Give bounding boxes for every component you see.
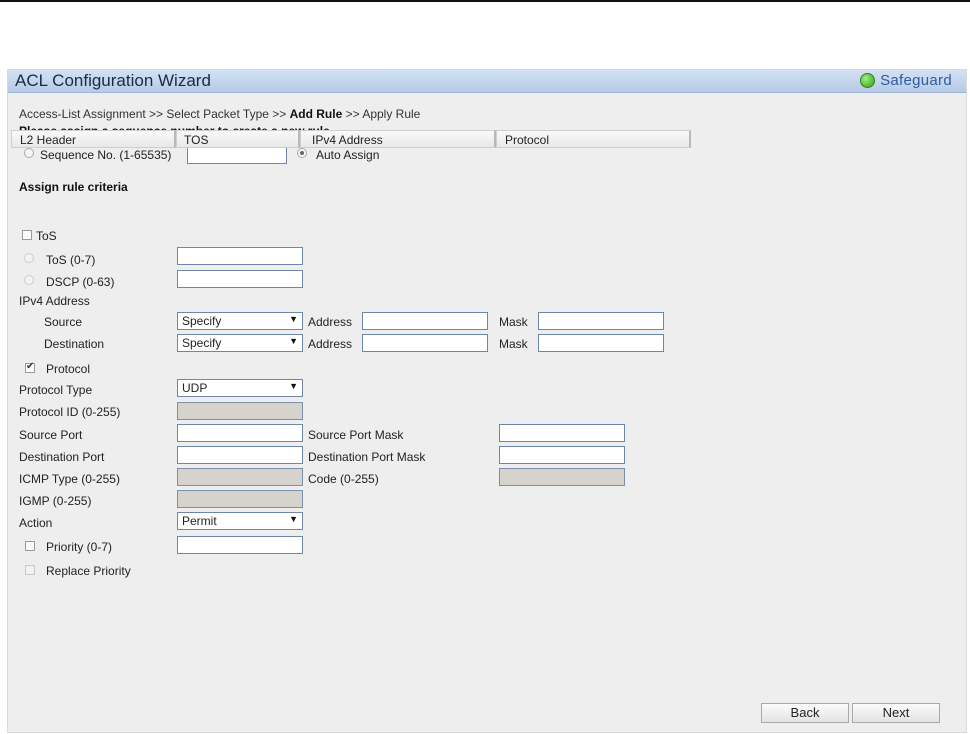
destination-mask-input[interactable] <box>538 334 664 352</box>
source-mask-label: Mask <box>499 315 528 329</box>
igmp-label: IGMP (0-255) <box>19 494 92 508</box>
source-label: Source <box>44 315 83 329</box>
destination-address-select-value: Specify <box>182 336 222 350</box>
source-mask-input[interactable] <box>538 312 664 330</box>
action-select-value: Permit <box>182 514 217 528</box>
source-address-select-value: Specify <box>182 314 222 328</box>
protocol-type-label: Protocol Type <box>19 383 93 397</box>
icmp-type-label: ICMP Type (0-255) <box>19 472 120 486</box>
tos-value-label: ToS (0-7) <box>46 253 96 267</box>
safeguard-label: Safeguard <box>880 72 952 89</box>
destination-address-label: Address <box>308 337 353 351</box>
ipv4-address-heading: IPv4 Address <box>19 294 90 308</box>
auto-assign-label: Auto Assign <box>316 148 380 162</box>
chevron-down-icon: ▼ <box>289 336 298 346</box>
chevron-down-icon: ▼ <box>289 514 298 524</box>
priority-checkbox[interactable] <box>25 541 35 551</box>
destination-port-input[interactable] <box>177 446 303 464</box>
source-port-label: Source Port <box>19 428 83 442</box>
destination-port-mask-input[interactable] <box>499 446 625 464</box>
destination-label: Destination <box>44 337 105 351</box>
tos-value-input[interactable] <box>177 247 303 265</box>
rule-criteria-heading: Assign rule criteria <box>19 180 128 194</box>
protocol-id-input[interactable] <box>177 402 303 420</box>
replace-priority-label: Replace Priority <box>46 564 131 578</box>
icmp-type-input[interactable] <box>177 468 303 486</box>
source-address-label: Address <box>308 315 353 329</box>
next-button[interactable]: Next <box>852 703 940 723</box>
tos-radio[interactable] <box>24 253 34 263</box>
icmp-code-label: Code (0-255) <box>308 472 379 486</box>
protocol-type-select[interactable]: UDP ▼ <box>177 379 303 397</box>
breadcrumb-step-add-rule: Add Rule <box>289 107 343 121</box>
back-button[interactable]: Back <box>761 703 849 723</box>
protocol-id-label: Protocol ID (0-255) <box>19 405 121 419</box>
priority-label: Priority (0-7) <box>46 540 113 554</box>
destination-address-select[interactable]: Specify ▼ <box>177 334 303 352</box>
source-address-input[interactable] <box>362 312 488 330</box>
criteria-tabs: L2 Header TOS IPv4 Address Protocol <box>11 130 691 150</box>
replace-priority-checkbox[interactable] <box>25 565 35 575</box>
breadcrumb-separator: >> <box>145 107 167 121</box>
breadcrumb-step-packet-type: Select Packet Type <box>166 107 269 121</box>
breadcrumb-separator: >> <box>268 107 290 121</box>
dscp-radio[interactable] <box>24 275 34 285</box>
action-select[interactable]: Permit ▼ <box>177 512 303 530</box>
tab-protocol[interactable]: Protocol <box>496 130 691 148</box>
priority-input[interactable] <box>177 536 303 554</box>
tos-checkbox[interactable] <box>22 230 32 240</box>
action-label: Action <box>19 516 53 530</box>
tab-tos[interactable]: TOS <box>176 130 300 148</box>
top-border <box>0 0 970 2</box>
dscp-value-label: DSCP (0-63) <box>46 275 115 289</box>
breadcrumb-separator: >> <box>342 107 363 121</box>
dscp-value-input[interactable] <box>177 270 303 288</box>
tab-l2-header[interactable]: L2 Header <box>11 130 176 148</box>
breadcrumb: Access-List Assignment >> Select Packet … <box>19 107 420 121</box>
breadcrumb-step-assignment: Access-List Assignment <box>19 107 146 121</box>
title-bar: ACL Configuration Wizard Safeguard <box>8 70 966 93</box>
safeguard-status-icon <box>860 73 876 88</box>
sequence-number-label: Sequence No. (1-65535) <box>40 148 172 162</box>
destination-mask-label: Mask <box>499 337 528 351</box>
destination-address-input[interactable] <box>362 334 488 352</box>
wizard-panel: ACL Configuration Wizard Safeguard <box>7 69 967 733</box>
destination-port-label: Destination Port <box>19 450 105 464</box>
destination-port-mask-label: Destination Port Mask <box>308 450 426 464</box>
tos-checkbox-label: ToS <box>36 229 57 243</box>
breadcrumb-step-apply-rule: Apply Rule <box>362 107 421 121</box>
chevron-down-icon: ▼ <box>289 314 298 324</box>
safeguard-indicator: Safeguard <box>860 72 952 89</box>
protocol-checkbox[interactable] <box>25 361 35 373</box>
protocol-type-select-value: UDP <box>182 381 208 395</box>
source-port-input[interactable] <box>177 424 303 442</box>
window-title: ACL Configuration Wizard <box>15 71 211 90</box>
source-address-select[interactable]: Specify ▼ <box>177 312 303 330</box>
source-port-mask-label: Source Port Mask <box>308 428 404 442</box>
source-port-mask-input[interactable] <box>499 424 625 442</box>
igmp-input[interactable] <box>177 490 303 508</box>
protocol-checkbox-label: Protocol <box>46 362 91 376</box>
chevron-down-icon: ▼ <box>289 381 298 391</box>
icmp-code-input[interactable] <box>499 468 625 486</box>
tab-ipv4-address[interactable]: IPv4 Address <box>300 130 496 148</box>
